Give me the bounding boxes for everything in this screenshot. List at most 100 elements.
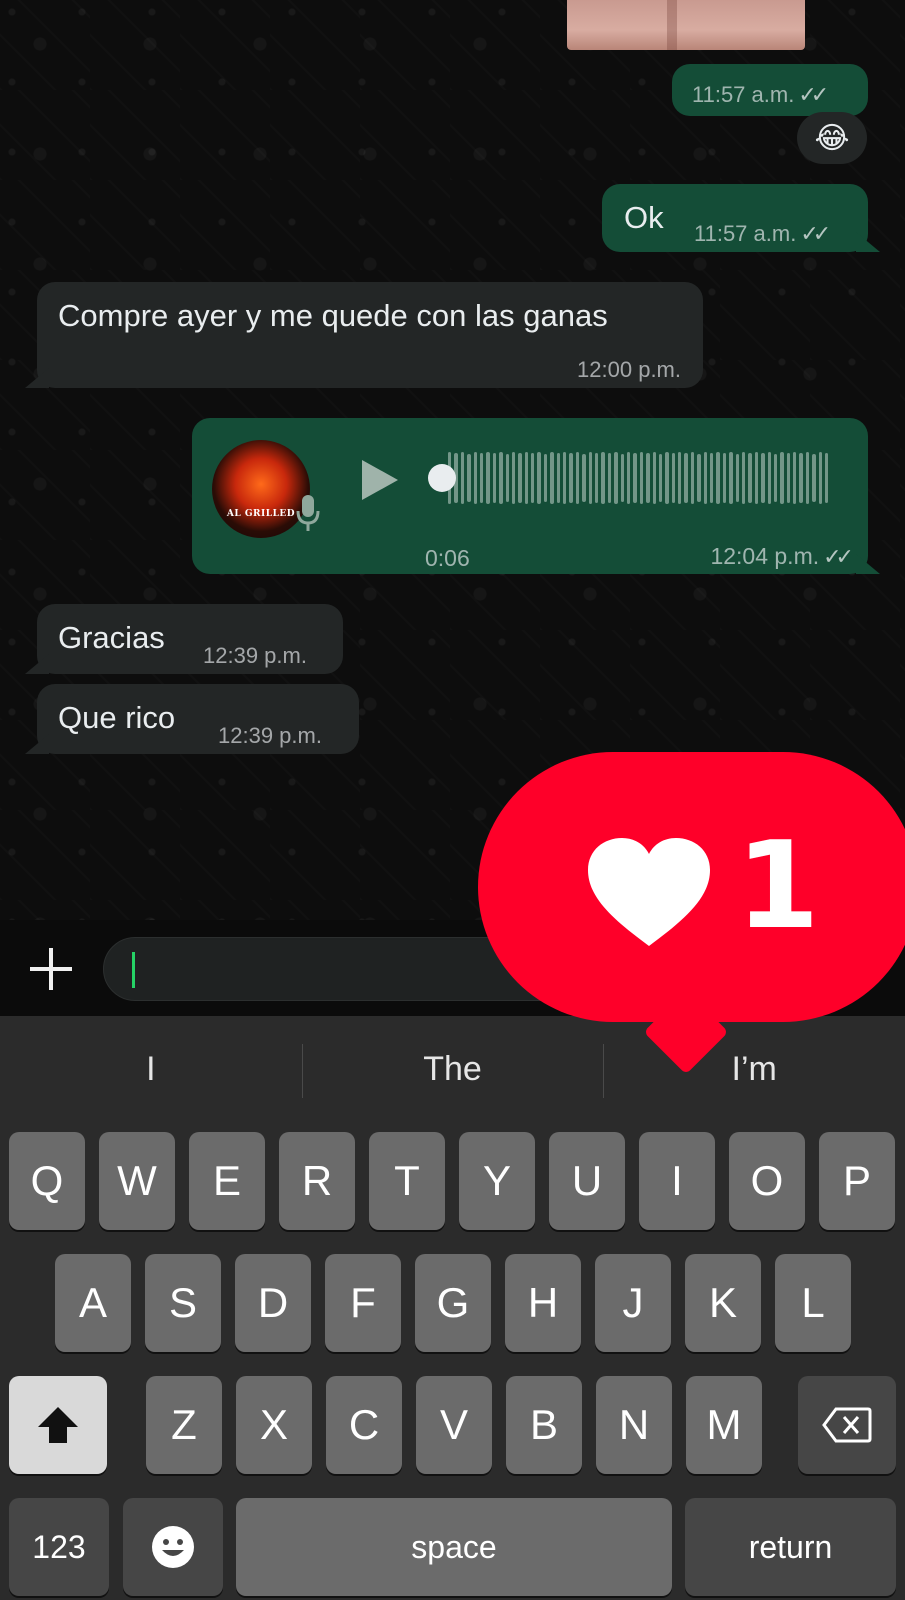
double-check-icon: ✓✓	[823, 544, 854, 569]
message-text: Gracias	[58, 620, 165, 655]
waveform-bar	[780, 452, 784, 504]
key-w[interactable]: W	[99, 1132, 175, 1230]
key-p[interactable]: P	[819, 1132, 895, 1230]
waveform-bar	[773, 454, 778, 502]
key-x[interactable]: X	[236, 1376, 312, 1474]
shift-key[interactable]	[9, 1376, 107, 1474]
audio-waveform[interactable]	[448, 450, 829, 506]
key-f[interactable]: F	[325, 1254, 401, 1352]
waveform-bar	[582, 454, 586, 502]
key-s[interactable]: S	[145, 1254, 221, 1352]
key-u[interactable]: U	[549, 1132, 625, 1230]
key-d[interactable]: D	[235, 1254, 311, 1352]
key-k[interactable]: K	[685, 1254, 761, 1352]
waveform-bar	[690, 452, 695, 504]
message-bubble-incoming[interactable]: Que rico 12:39 p.m.	[37, 684, 359, 754]
waveform-bar	[531, 453, 535, 503]
voice-message-bubble[interactable]: AL GRILLED 0:06 12:04 p.m. ✓✓	[192, 418, 868, 574]
shift-icon	[38, 1407, 78, 1443]
waveform-bar	[499, 452, 503, 504]
waveform-bar	[601, 452, 605, 504]
waveform-bar	[524, 452, 529, 504]
waveform-bar	[678, 452, 682, 504]
keyboard: I The I’m Q W E R T Y U I O P A S D F G H J K L Z X C V B N M 123 s…	[0, 1016, 905, 1600]
waveform-bar	[767, 452, 771, 504]
waveform-bar	[607, 453, 612, 503]
audio-duration: 0:06	[425, 545, 470, 571]
key-c[interactable]: C	[326, 1376, 402, 1474]
waveform-bar	[729, 452, 733, 504]
key-l[interactable]: L	[775, 1254, 851, 1352]
message-text: Que rico	[58, 700, 176, 735]
key-e[interactable]: E	[189, 1132, 265, 1230]
waveform-bar	[805, 452, 810, 504]
return-key[interactable]: return	[685, 1498, 896, 1596]
waveform-bar	[818, 452, 823, 504]
waveform-bar	[550, 452, 554, 504]
key-m[interactable]: M	[686, 1376, 762, 1474]
numbers-key[interactable]: 123	[9, 1498, 109, 1596]
message-time: 12:39 p.m.	[203, 643, 307, 668]
emoji-icon	[152, 1526, 194, 1568]
key-z[interactable]: Z	[146, 1376, 222, 1474]
message-time: 11:57 a.m.	[694, 221, 797, 246]
waveform-bar	[486, 452, 490, 504]
waveform-bar	[563, 452, 567, 504]
key-y[interactable]: Y	[459, 1132, 535, 1230]
suggestion-item[interactable]: The	[301, 1016, 604, 1122]
suggestion-item[interactable]: I	[0, 1016, 302, 1122]
space-key[interactable]: space	[236, 1498, 672, 1596]
key-r[interactable]: R	[279, 1132, 355, 1230]
image-message[interactable]	[567, 0, 805, 50]
waveform-bar	[754, 452, 759, 504]
double-check-icon: ✓✓	[798, 82, 829, 107]
waveform-bar	[614, 452, 618, 504]
like-notification-badge[interactable]: 1	[478, 752, 905, 1075]
message-time: 12:39 p.m.	[218, 723, 322, 748]
message-bubble-outgoing[interactable]: 11:57 a.m. ✓✓	[672, 64, 868, 116]
waveform-bar	[735, 454, 739, 502]
key-g[interactable]: G	[415, 1254, 491, 1352]
message-bubble-outgoing[interactable]: Ok 11:57 a.m. ✓✓	[602, 184, 868, 252]
play-icon[interactable]	[360, 458, 400, 502]
waveform-bar	[556, 453, 561, 503]
waveform-bar	[511, 452, 516, 504]
waveform-bar	[716, 452, 720, 504]
waveform-bar	[671, 453, 676, 503]
plus-icon[interactable]	[28, 946, 74, 992]
message-text: Ok	[624, 200, 664, 235]
message-time: 12:00 p.m.	[577, 357, 681, 382]
key-i[interactable]: I	[639, 1132, 715, 1230]
waveform-bar	[658, 454, 663, 502]
key-b[interactable]: B	[506, 1376, 582, 1474]
audio-scrubber-handle[interactable]	[428, 464, 456, 492]
waveform-bar	[479, 453, 484, 503]
message-text: Compre ayer y me quede con las ganas	[58, 298, 608, 333]
emoji-reaction[interactable]: 😂	[797, 112, 867, 164]
key-j[interactable]: J	[595, 1254, 671, 1352]
message-time: 12:04 p.m.	[710, 543, 820, 569]
key-t[interactable]: T	[369, 1132, 445, 1230]
emoji-key[interactable]	[123, 1498, 223, 1596]
waveform-bar	[492, 453, 497, 503]
waveform-bar	[812, 454, 816, 502]
laughing-emoji-icon: 😂	[814, 121, 850, 155]
waveform-bar	[710, 453, 714, 503]
key-q[interactable]: Q	[9, 1132, 85, 1230]
message-bubble-incoming[interactable]: Compre ayer y me quede con las ganas 12:…	[37, 282, 703, 388]
message-bubble-incoming[interactable]: Gracias 12:39 p.m.	[37, 604, 343, 674]
key-v[interactable]: V	[416, 1376, 492, 1474]
waveform-bar	[741, 452, 746, 504]
waveform-bar	[665, 452, 669, 504]
waveform-bar	[473, 452, 477, 504]
waveform-bar	[646, 453, 650, 503]
key-h[interactable]: H	[505, 1254, 581, 1352]
waveform-bar	[626, 452, 631, 504]
text-caret	[132, 952, 135, 988]
key-o[interactable]: O	[729, 1132, 805, 1230]
key-n[interactable]: N	[596, 1376, 672, 1474]
backspace-key[interactable]	[798, 1376, 896, 1474]
waveform-bar	[761, 453, 765, 503]
waveform-bar	[505, 454, 509, 502]
key-a[interactable]: A	[55, 1254, 131, 1352]
